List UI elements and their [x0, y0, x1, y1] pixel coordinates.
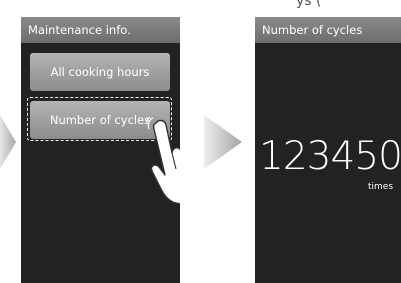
screen-header-title: Maintenance info. — [21, 17, 180, 43]
partial-caption-text: ys ( — [296, 0, 322, 8]
number-of-cycles-screen: Number of cycles 1234500 times — [255, 17, 401, 283]
cycle-count-value: 1234500 — [259, 134, 401, 179]
maintenance-info-screen: Maintenance info. All cooking hours Numb… — [21, 17, 180, 283]
triangle-arrow-right-icon — [0, 115, 16, 169]
triangle-arrow-right-icon — [204, 115, 242, 169]
all-cooking-hours-button[interactable]: All cooking hours — [30, 53, 170, 91]
cycle-count-unit: times — [368, 182, 394, 192]
pointing-hand-icon — [146, 117, 180, 205]
screen-header-title: Number of cycles — [255, 17, 401, 43]
